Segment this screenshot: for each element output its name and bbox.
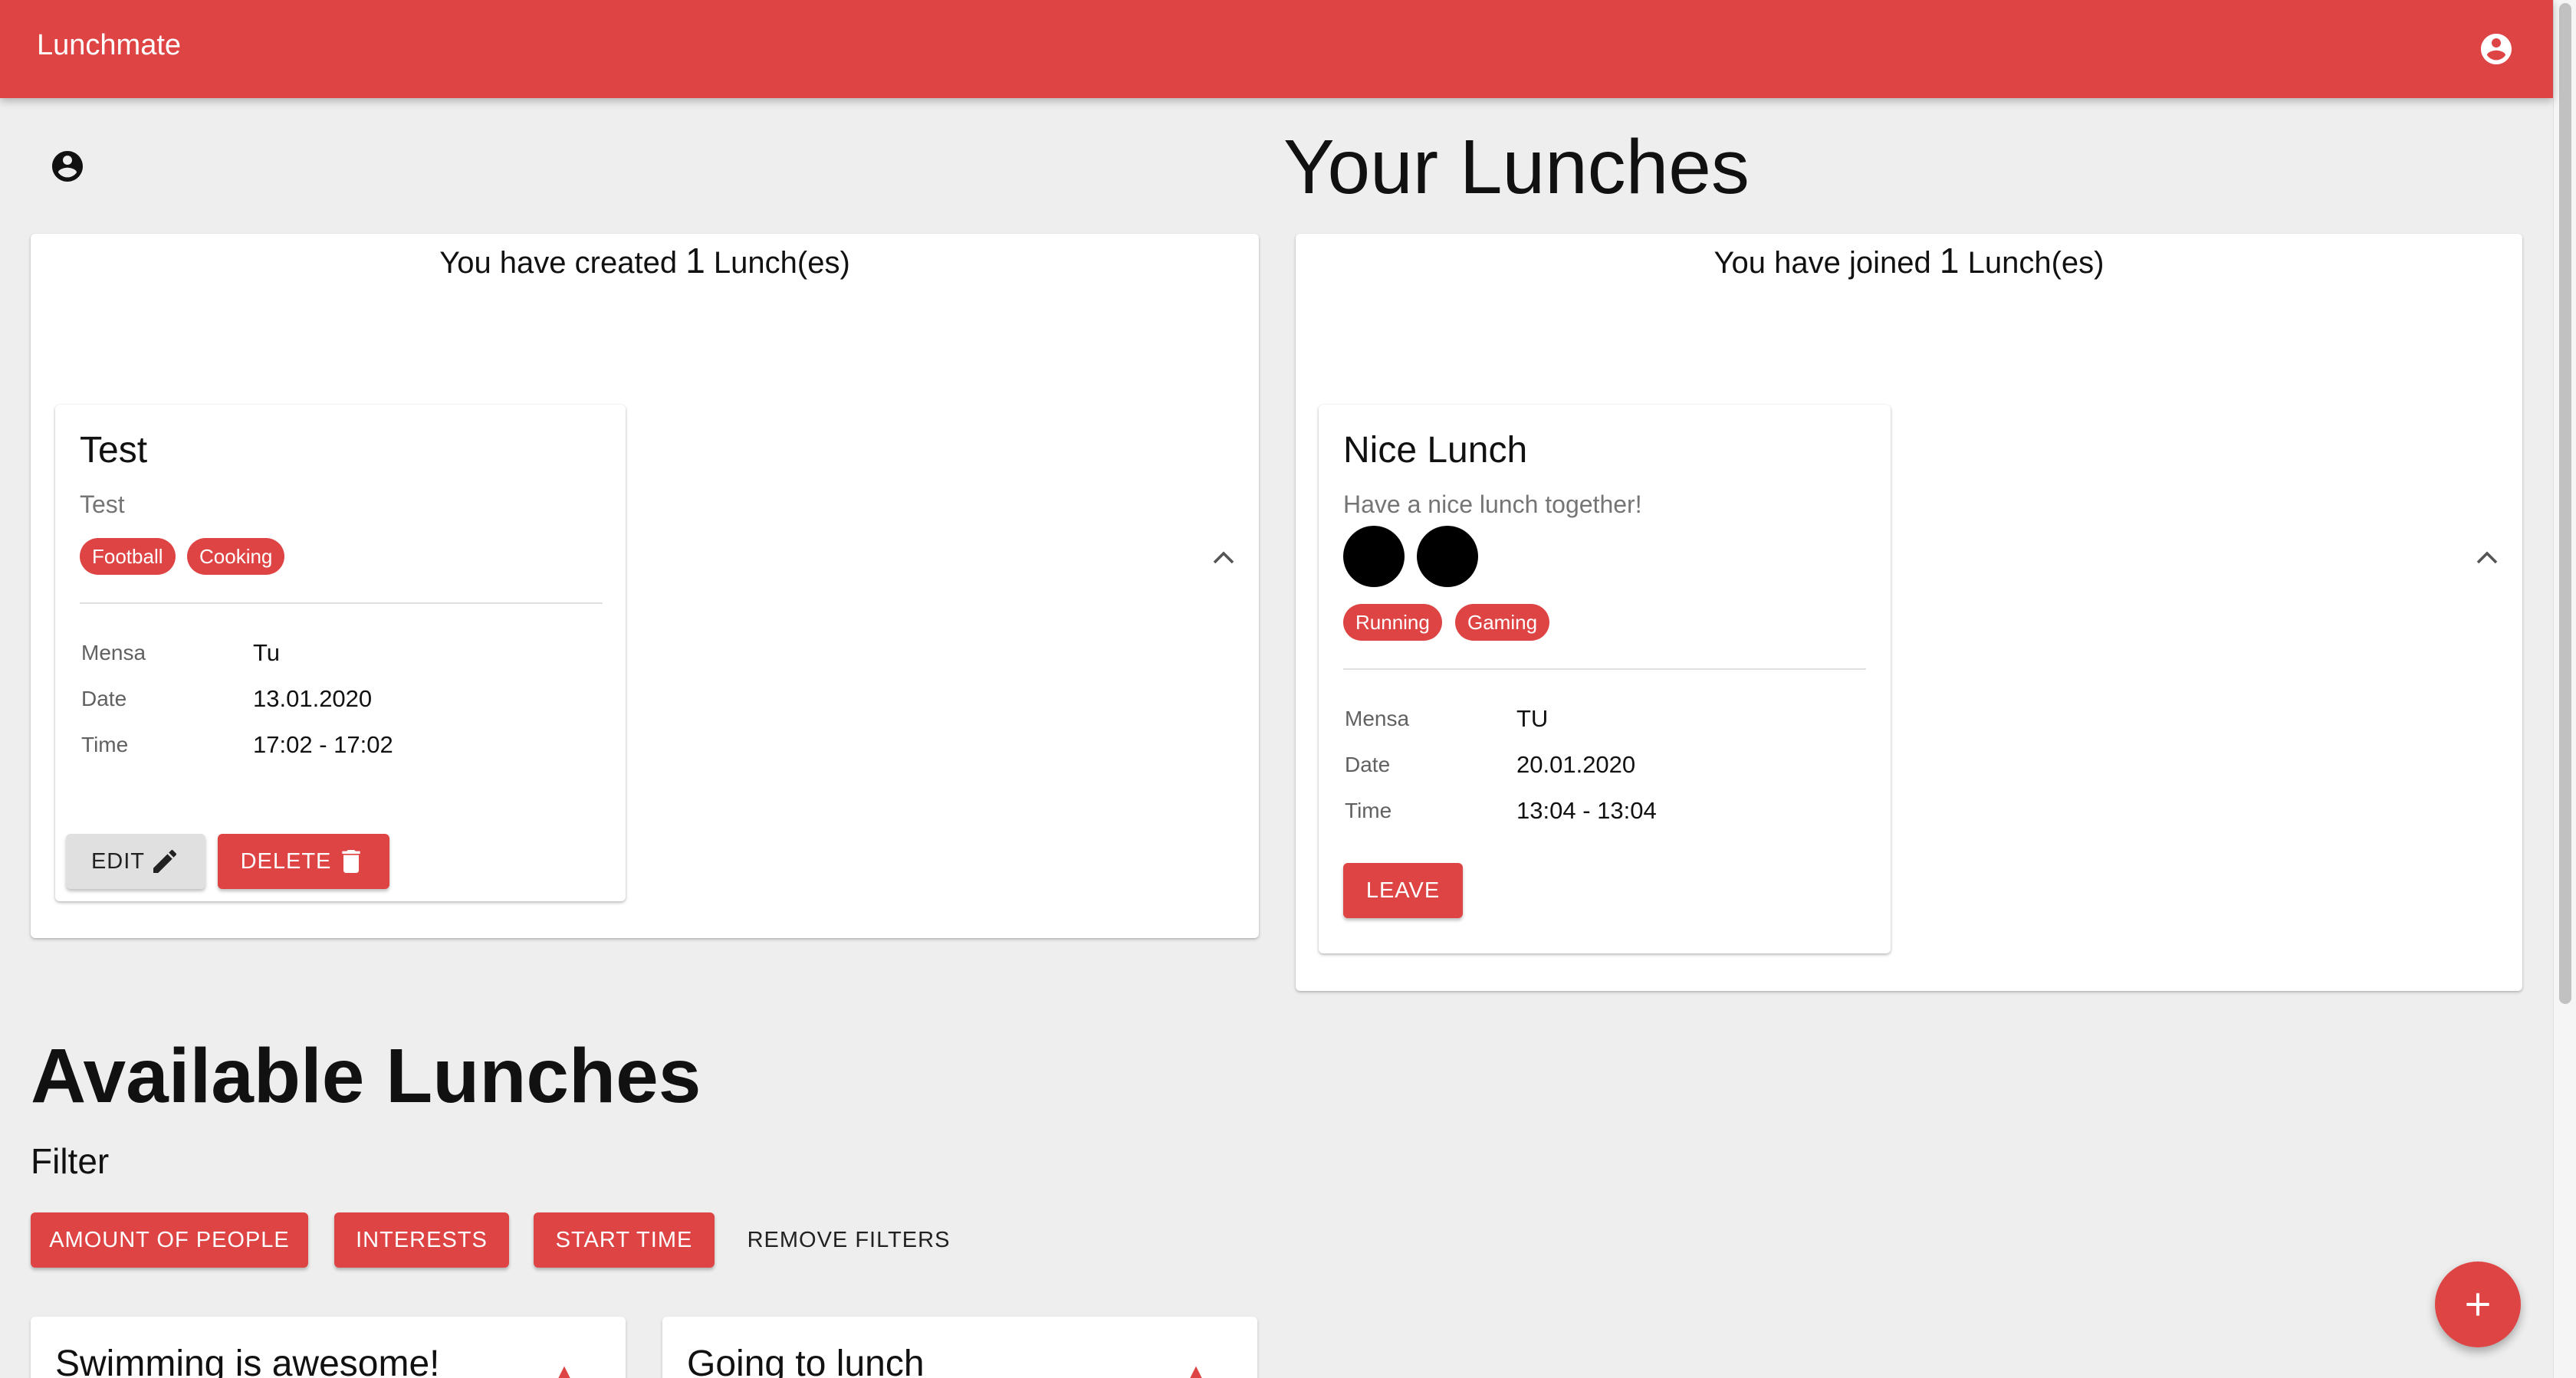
detail-value: TU bbox=[1516, 705, 1549, 732]
lunch-description: Test bbox=[80, 491, 125, 518]
available-lunch-card[interactable]: Swimming is awesome! bbox=[31, 1317, 626, 1378]
joined-count: 1 bbox=[1939, 241, 1960, 281]
lunch-title: Test bbox=[80, 430, 148, 471]
participant-avatar[interactable] bbox=[1343, 526, 1405, 587]
app-bar: Lunchmate bbox=[0, 0, 2553, 98]
tag-chip: Running bbox=[1343, 604, 1442, 641]
created-suffix: Lunch(es) bbox=[713, 246, 850, 280]
up-arrow-icon[interactable] bbox=[549, 1361, 580, 1378]
add-lunch-button[interactable] bbox=[2435, 1262, 2521, 1347]
your-lunches-title: Your Lunches bbox=[1283, 124, 1750, 210]
edit-button[interactable]: EDIT bbox=[66, 834, 205, 889]
participant-avatar[interactable] bbox=[1417, 526, 1478, 587]
tag-chip: Gaming bbox=[1455, 604, 1550, 641]
joined-lunch-card: Nice Lunch Have a nice lunch together! R… bbox=[1319, 405, 1891, 953]
chevron-up-icon[interactable] bbox=[2473, 546, 2501, 569]
chevron-up-icon[interactable] bbox=[1210, 546, 1237, 569]
lunch-description: Have a nice lunch together! bbox=[1343, 491, 1642, 518]
divider bbox=[1343, 668, 1866, 670]
joined-lunches-header[interactable]: You have joined 1 Lunch(es) bbox=[1296, 240, 2522, 281]
trash-icon bbox=[342, 850, 361, 873]
created-count: 1 bbox=[685, 241, 705, 281]
filter-interests-button[interactable]: INTERESTS bbox=[334, 1212, 509, 1268]
edit-label: EDIT bbox=[90, 848, 146, 874]
detail-label: Date bbox=[81, 687, 127, 710]
available-lunches-title: Available Lunches bbox=[31, 1033, 702, 1119]
detail-value: 20.01.2020 bbox=[1516, 751, 1636, 778]
created-prefix: You have created bbox=[439, 246, 678, 280]
pencil-icon bbox=[153, 849, 177, 873]
leave-button[interactable]: LEAVE bbox=[1343, 863, 1463, 918]
account-circle-icon[interactable] bbox=[2478, 31, 2515, 67]
detail-label: Mensa bbox=[1345, 707, 1410, 730]
detail-value: 13:04 - 13:04 bbox=[1516, 797, 1657, 824]
detail-value: 17:02 - 17:02 bbox=[253, 731, 393, 758]
lunch-title: Nice Lunch bbox=[1343, 430, 1528, 471]
profile-icon[interactable] bbox=[49, 148, 86, 185]
filter-amount-button[interactable]: AMOUNT OF PEOPLE bbox=[31, 1212, 308, 1268]
lunch-title: Swimming is awesome! bbox=[55, 1344, 440, 1378]
tag-chip: Cooking bbox=[187, 538, 285, 575]
delete-button[interactable]: DELETE bbox=[218, 834, 389, 889]
created-lunch-card: Test Test Football Cooking Mensa Tu Date… bbox=[55, 405, 626, 901]
detail-value: Tu bbox=[253, 639, 281, 666]
app-title[interactable]: Lunchmate bbox=[37, 29, 181, 62]
created-lunches-header[interactable]: You have created 1 Lunch(es) bbox=[31, 240, 1259, 281]
tag-chip: Football bbox=[80, 538, 176, 575]
divider bbox=[80, 602, 603, 604]
lunch-title: Going to lunch bbox=[687, 1344, 925, 1378]
detail-value: 13.01.2020 bbox=[253, 685, 373, 712]
remove-filters-button[interactable]: REMOVE FILTERS bbox=[738, 1212, 960, 1268]
filter-label: Filter bbox=[31, 1141, 110, 1181]
detail-label: Time bbox=[81, 733, 129, 756]
joined-suffix: Lunch(es) bbox=[1967, 246, 2104, 280]
detail-label: Date bbox=[1345, 753, 1391, 776]
detail-label: Time bbox=[1345, 799, 1392, 822]
scrollbar-thumb[interactable] bbox=[2559, 3, 2571, 1004]
filter-start-time-button[interactable]: START TIME bbox=[534, 1212, 715, 1268]
available-lunch-card[interactable]: Going to lunch bbox=[662, 1317, 1257, 1378]
up-arrow-icon[interactable] bbox=[1181, 1361, 1211, 1378]
add-icon bbox=[2466, 1293, 2489, 1316]
delete-label: DELETE bbox=[240, 848, 332, 874]
joined-prefix: You have joined bbox=[1714, 246, 1931, 280]
detail-label: Mensa bbox=[81, 641, 146, 664]
